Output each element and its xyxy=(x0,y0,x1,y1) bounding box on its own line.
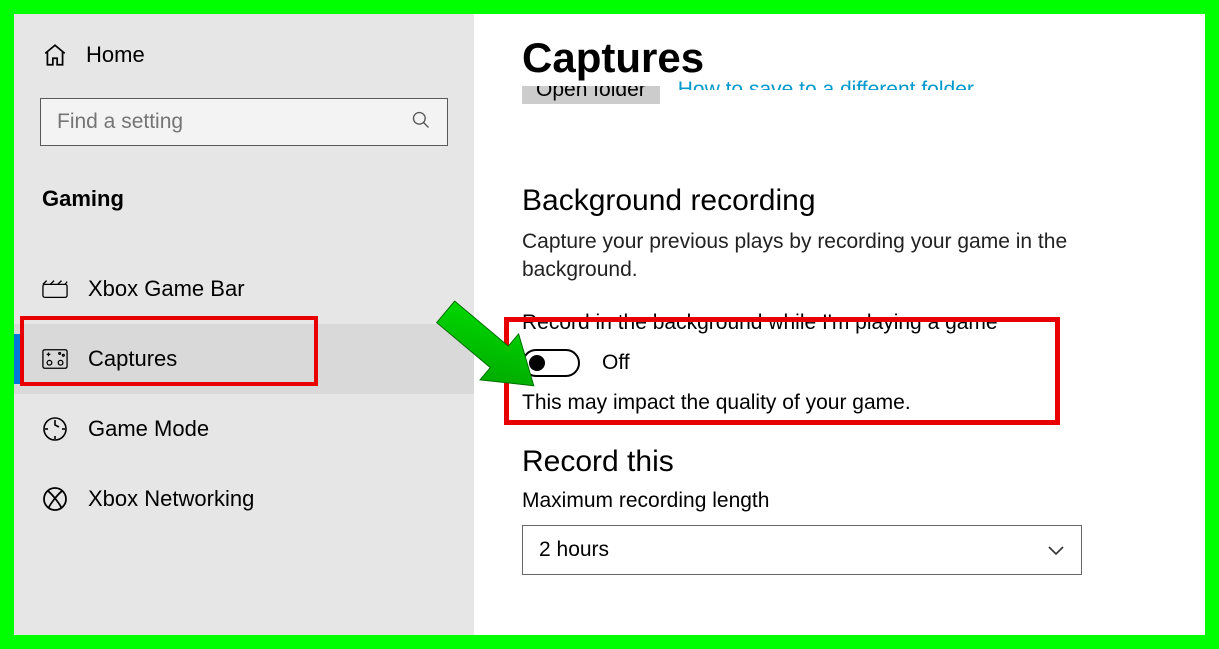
game-bar-icon xyxy=(42,279,72,299)
sidebar: Home Gaming Xbox Game Bar xyxy=(14,14,474,635)
home-label: Home xyxy=(86,42,145,68)
game-mode-icon xyxy=(42,416,72,442)
sidebar-item-label: Captures xyxy=(88,346,177,372)
record-background-toggle[interactable] xyxy=(522,349,580,377)
dropdown-value: 2 hours xyxy=(539,538,609,562)
main-content: Captures Open folder How to save to a di… xyxy=(474,14,1205,635)
max-length-label: Maximum recording length xyxy=(522,489,1205,513)
sidebar-item-xbox-game-bar[interactable]: Xbox Game Bar xyxy=(14,254,474,324)
search-box[interactable] xyxy=(40,98,448,146)
cropped-row: Open folder How to save to a different f… xyxy=(522,86,1205,104)
home-icon xyxy=(42,42,72,68)
record-this-heading: Record this xyxy=(522,445,1205,479)
max-length-dropdown[interactable]: 2 hours xyxy=(522,525,1082,575)
search-input[interactable] xyxy=(57,110,375,134)
captures-icon xyxy=(42,348,72,370)
sidebar-item-label: Xbox Game Bar xyxy=(88,276,245,302)
toggle-knob xyxy=(529,355,545,371)
background-recording-desc: Capture your previous plays by recording… xyxy=(522,228,1102,285)
sidebar-item-label: Game Mode xyxy=(88,416,209,442)
sidebar-item-label: Xbox Networking xyxy=(88,486,254,512)
chevron-down-icon xyxy=(1047,538,1065,562)
home-button[interactable]: Home xyxy=(14,42,474,68)
toggle-state: Off xyxy=(602,351,630,375)
xbox-icon xyxy=(42,486,72,512)
open-folder-button[interactable]: Open folder xyxy=(522,86,660,104)
sidebar-item-captures[interactable]: Captures xyxy=(14,324,474,394)
category-title: Gaming xyxy=(14,186,474,212)
how-to-save-link[interactable]: How to save to a different folder xyxy=(678,72,974,90)
impact-note: This may impact the quality of your game… xyxy=(522,391,1205,415)
search-icon xyxy=(411,110,431,135)
background-recording-heading: Background recording xyxy=(522,184,1205,218)
sidebar-item-game-mode[interactable]: Game Mode xyxy=(14,394,474,464)
sidebar-item-xbox-networking[interactable]: Xbox Networking xyxy=(14,464,474,534)
toggle-label: Record in the background while I'm playi… xyxy=(522,311,1205,335)
